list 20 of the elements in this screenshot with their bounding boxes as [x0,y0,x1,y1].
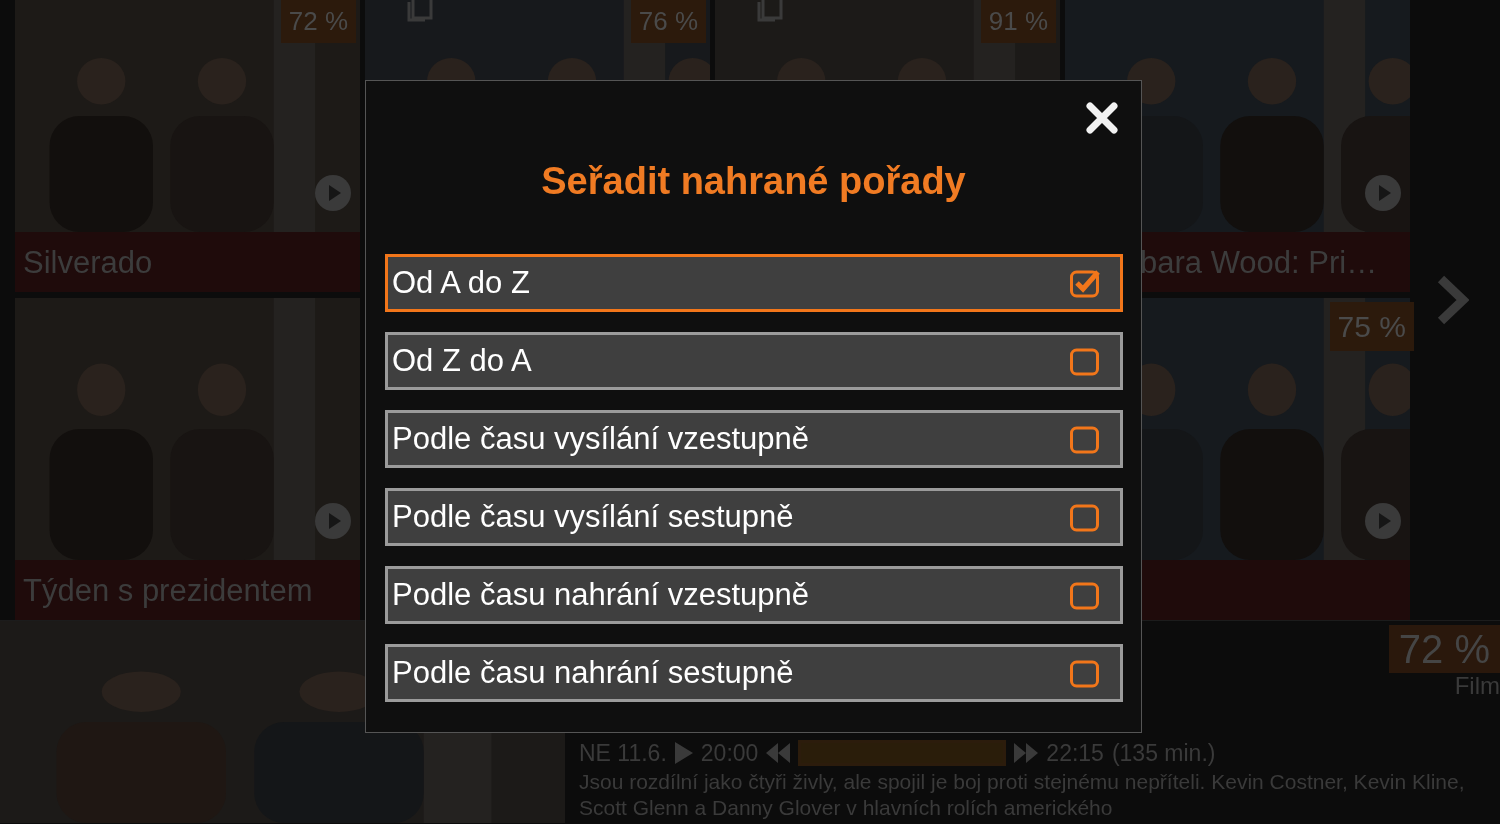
checkbox[interactable] [1070,268,1100,298]
sort-option[interactable]: Podle času vysílání sestupně [385,488,1123,546]
sort-option[interactable]: Podle času nahrání vzestupně [385,566,1123,624]
play-icon [674,742,693,764]
dialog-title: Seřadit nahrané pořady [540,159,967,204]
sort-option[interactable]: Podle času vysílání vzestupně [385,410,1123,468]
rating-badge: 76 % [630,0,706,43]
rating-badge: 75 % [1329,302,1414,351]
checkbox[interactable] [1070,580,1100,610]
close-button[interactable] [1085,101,1119,135]
checkbox[interactable] [1070,502,1100,532]
checkbox[interactable] [1070,658,1100,688]
rating-badge: 72 % [1388,625,1500,673]
checkbox[interactable] [1070,346,1100,376]
sort-option[interactable]: Od Z do A [385,332,1123,390]
rating-badge: 72 % [280,0,356,43]
sort-option[interactable]: Podle času nahrání sestupně [385,644,1123,702]
checkbox[interactable] [1070,424,1100,454]
rating-badge: 91 % [980,0,1056,43]
sort-option[interactable]: Od A do Z [385,254,1123,312]
